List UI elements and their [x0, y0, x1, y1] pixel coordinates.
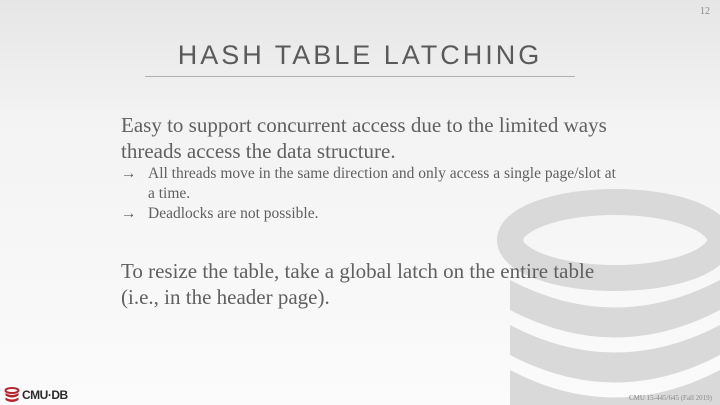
arrow-icon: → [121, 205, 137, 222]
slide-content: Easy to support concurrent access due to… [121, 112, 621, 310]
slide-title: HASH TABLE LATCHING [177, 40, 543, 70]
course-footer: CMU 15-445/645 (Fall 2019) [628, 394, 712, 402]
page-number: 12 [700, 6, 710, 17]
bullet-item: → All threads move in the same direction… [121, 164, 621, 204]
cmu-db-logo: CMU·DB [4, 387, 68, 403]
bullet-list: → All threads move in the same direction… [121, 164, 621, 224]
bullet-text: All threads move in the same direction a… [148, 165, 616, 202]
paragraph-concurrency: Easy to support concurrent access due to… [121, 113, 607, 163]
slide: 12 HASH TABLE LATCHING Easy to support c… [0, 0, 720, 405]
database-icon [4, 387, 20, 402]
arrow-icon: → [121, 165, 137, 182]
bullet-text: Deadlocks are not possible. [148, 205, 319, 222]
bullet-item: → Deadlocks are not possible. [121, 204, 621, 224]
title-divider [145, 76, 575, 77]
logo-text: CMU·DB [22, 388, 68, 402]
paragraph-resize: To resize the table, take a global latch… [121, 259, 595, 309]
